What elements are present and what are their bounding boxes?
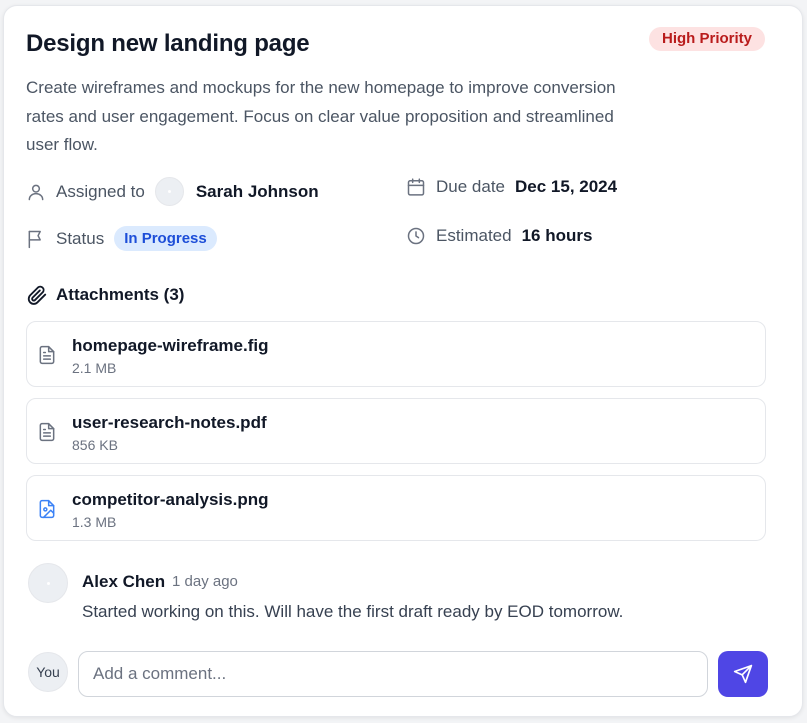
assignee-avatar [154, 177, 184, 206]
attachment-size: 2.1 MB [72, 360, 117, 376]
calendar-icon [406, 177, 426, 197]
estimated-row: Estimated 16 hours [406, 226, 592, 246]
assigned-row: Assigned to Sarah Johnson [26, 177, 319, 206]
due-date-value: Dec 15, 2024 [515, 177, 618, 196]
attachments-title: Attachments (3) [56, 285, 185, 304]
send-icon [733, 664, 753, 684]
status-row: Status In Progress [26, 226, 217, 251]
task-card: Design new landing page High Priority Cr… [3, 5, 803, 717]
assignee-name: Sarah Johnson [195, 181, 319, 201]
status-label: Status [56, 228, 105, 248]
attachment-item[interactable]: user-research-notes.pdf 856 KB [26, 398, 766, 464]
attachment-item[interactable]: homepage-wireframe.fig 2.1 MB [26, 321, 766, 387]
file-text-icon [37, 422, 57, 442]
comment-author: Alex Chen [82, 572, 166, 591]
comment-timestamp: 1 day ago [172, 573, 238, 590]
task-description: Create wireframes and mockups for the ne… [26, 78, 616, 154]
estimated-value: 16 hours [521, 226, 593, 245]
comment-text: Started working on this. Will have the f… [82, 602, 624, 621]
paperclip-icon [26, 284, 48, 306]
attachment-name: competitor-analysis.png [72, 490, 269, 509]
attachment-name: homepage-wireframe.fig [72, 336, 269, 355]
comment-input[interactable] [78, 651, 708, 697]
due-date-label: Due date [436, 177, 505, 196]
due-date-row: Due date Dec 15, 2024 [406, 177, 617, 197]
status-badge: In Progress [114, 226, 217, 251]
estimated-label: Estimated [436, 226, 512, 245]
attachment-size: 1.3 MB [72, 514, 117, 530]
file-text-icon [37, 345, 57, 365]
clock-icon [406, 226, 426, 246]
file-image-icon [37, 499, 57, 519]
assigned-label: Assigned to [56, 181, 145, 201]
commenter-avatar [28, 563, 68, 603]
attachment-name: user-research-notes.pdf [72, 413, 267, 432]
attachment-item[interactable]: competitor-analysis.png 1.3 MB [26, 475, 766, 541]
current-user-avatar: You [28, 652, 68, 692]
priority-badge: High Priority [648, 27, 765, 51]
task-title: Design new landing page [26, 30, 310, 57]
flag-icon [26, 229, 46, 249]
comment-item: Alex Chen 1 day ago Started working on t… [28, 563, 768, 623]
user-icon [26, 182, 46, 202]
send-button[interactable] [718, 651, 768, 697]
attachment-size: 856 KB [72, 437, 118, 453]
attachments-header: Attachments (3) [26, 284, 184, 306]
